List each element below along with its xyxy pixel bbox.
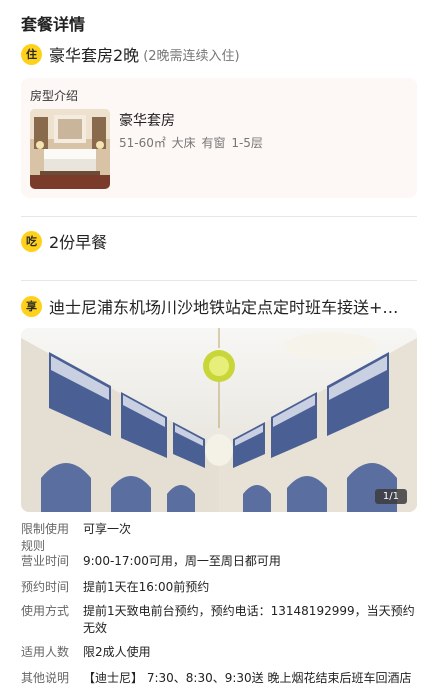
room-thumbnail-image[interactable] (30, 109, 110, 189)
package-details-page: 套餐详情 住 豪华套房2晚 (2晚需连续入住) 房型介绍 豪华套房 51-60㎡… (0, 0, 429, 689)
room-name: 豪华套房 (119, 113, 175, 129)
meal-section-header: 吃 2份早餐 (21, 229, 417, 253)
detail-value: 提前1天致电前台预约，预约电话：13148192999，当天预约无效 (83, 604, 415, 635)
detail-value: 限2成人使用 (83, 645, 151, 659)
stay-title: 豪华套房2晚 (49, 46, 140, 65)
service-photo[interactable]: 1/1 (21, 328, 417, 512)
detail-label: 其他说明 (21, 671, 70, 685)
detail-label: 限制使用规则 (21, 522, 70, 553)
meal-badge: 吃 (21, 230, 42, 252)
detail-label: 营业时间 (21, 554, 70, 568)
stay-badge: 住 (21, 43, 42, 65)
section-divider (21, 280, 417, 281)
section-divider (21, 216, 417, 217)
page-title: 套餐详情 (21, 15, 86, 34)
detail-label: 适用人数 (21, 645, 70, 659)
detail-label: 使用方式 (21, 604, 70, 618)
enjoy-title: 迪士尼浦东机场川沙地铁站定点定时班车接送+室... (49, 298, 409, 317)
enjoy-badge: 享 (21, 295, 42, 317)
room-card-label: 房型介绍 (30, 89, 79, 103)
room-specs: 51-60㎡ 大床 有窗 1-5层 (119, 136, 263, 150)
stay-note: (2晚需连续入住) (143, 48, 240, 64)
detail-value: 9:00-17:00可用，周一至周日都可用 (83, 554, 281, 568)
hall-photo-illustration (21, 328, 417, 512)
detail-value: 可享一次 (83, 522, 132, 536)
detail-label: 预约时间 (21, 580, 70, 594)
photo-pager: 1/1 (374, 489, 407, 504)
meal-title: 2份早餐 (49, 233, 108, 252)
stay-section-header: 住 豪华套房2晚 (2晚需连续入住) (21, 42, 417, 66)
enjoy-section-header: 享 迪士尼浦东机场川沙地铁站定点定时班车接送+室... (21, 294, 417, 318)
detail-value: 【迪士尼】 7:30、8:30、9:30送 晚上烟花结束后班车回酒店 (83, 671, 412, 685)
room-type-card[interactable]: 房型介绍 豪华套房 51-60㎡ 大床 有窗 1-5层 (21, 78, 417, 198)
detail-value: 提前1天在16:00前预约 (83, 580, 210, 594)
room-photo-illustration (30, 109, 110, 189)
